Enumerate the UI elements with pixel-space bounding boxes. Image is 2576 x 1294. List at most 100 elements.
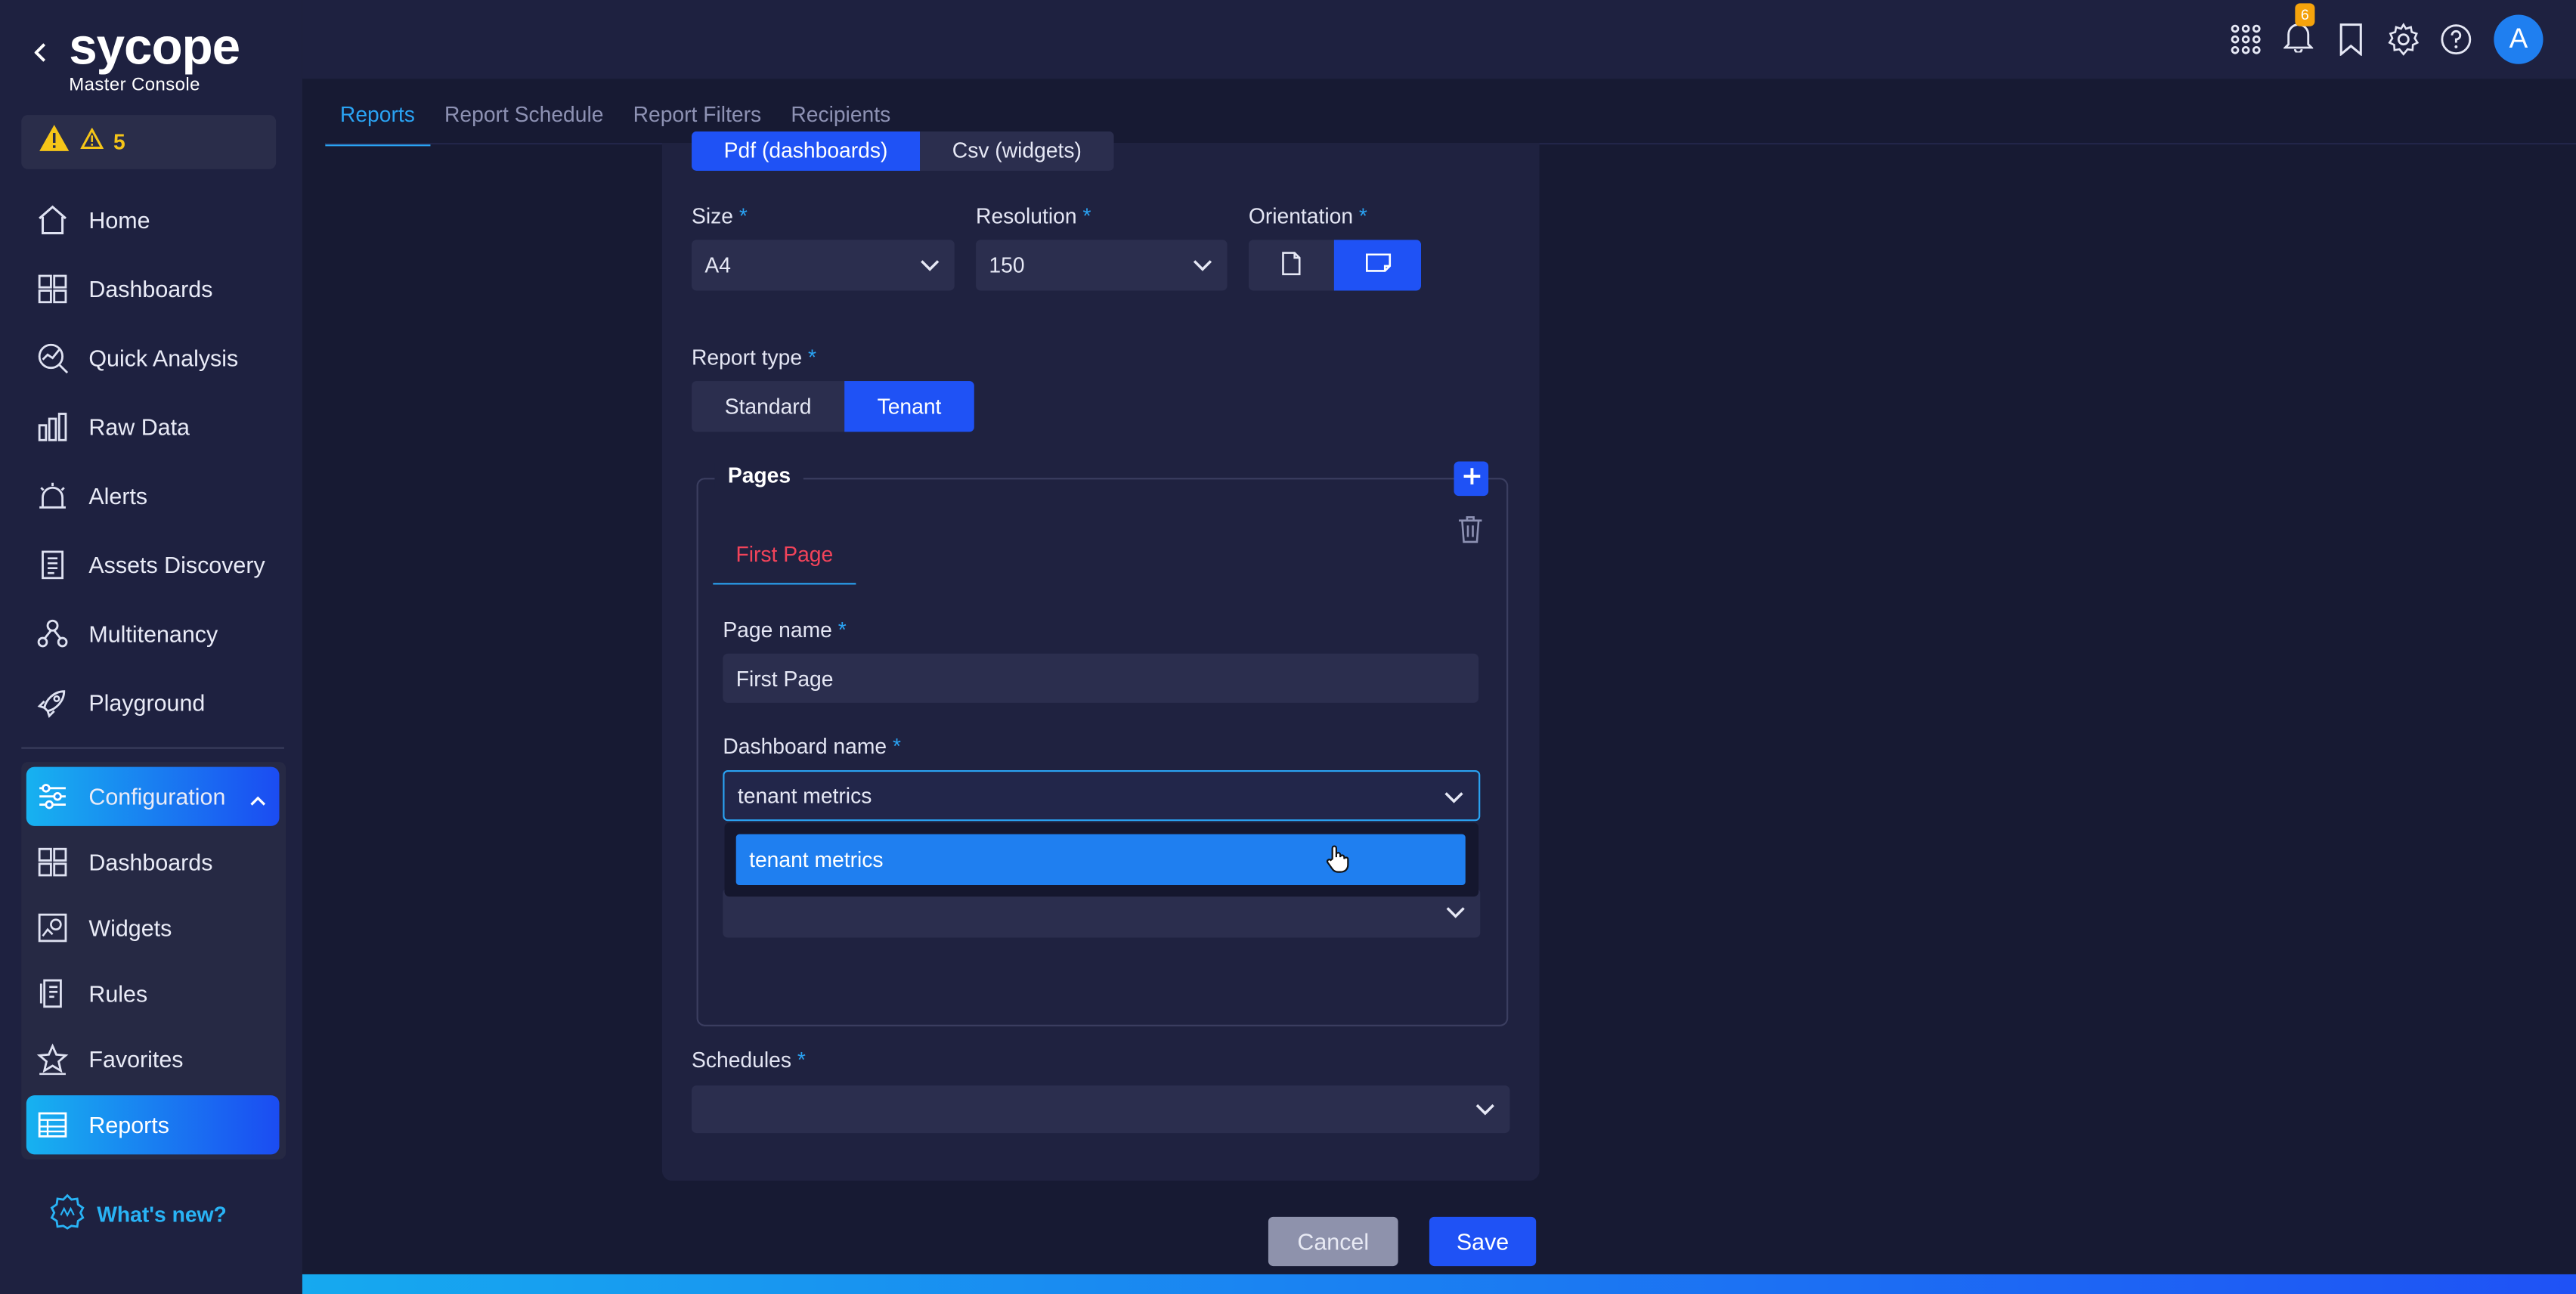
format-toggle: Pdf (dashboards) Csv (widgets) <box>692 131 1114 171</box>
resolution-select[interactable]: 150 <box>976 240 1228 291</box>
alert-count: 5 <box>113 129 125 155</box>
topbar: 6 A <box>302 0 2576 79</box>
pages-title: Pages <box>714 463 804 488</box>
report-type-label: Report type * <box>692 345 816 370</box>
dashboard-name-label: Dashboard name * <box>723 734 901 759</box>
logo-subtitle: Master Console <box>69 75 200 96</box>
chevron-down-icon <box>918 253 941 281</box>
dashboard-name-select[interactable]: tenant metrics <box>723 769 1481 822</box>
help-icon[interactable] <box>2438 13 2474 66</box>
avatar[interactable]: A <box>2494 14 2543 64</box>
sidebar-item-reports[interactable]: Reports <box>26 1095 280 1155</box>
sidebar-item-label: Favorites <box>88 1045 184 1073</box>
topbar-actions: 6 A <box>2228 3 2543 66</box>
report-type-standard[interactable]: Standard <box>692 381 845 432</box>
page-name-label: Page name * <box>723 617 847 642</box>
tab-reports[interactable]: Reports <box>325 92 430 147</box>
sidebar-item-favorites[interactable]: Favorites <box>26 1029 280 1088</box>
sidebar-item-label: Alerts <box>88 482 148 509</box>
sidebar-item-label: Assets Discovery <box>88 551 265 578</box>
sidebar-item-label: Home <box>88 206 150 234</box>
save-button[interactable]: Save <box>1429 1216 1537 1267</box>
notification-count: 6 <box>2295 3 2315 26</box>
rules-icon <box>36 977 69 1010</box>
size-label: Size * <box>692 203 748 228</box>
format-pdf-button[interactable]: Pdf (dashboards) <box>692 131 921 171</box>
alerts-summary[interactable]: 5 <box>21 115 277 169</box>
chevron-up-icon <box>249 787 266 813</box>
widgets-icon <box>36 912 69 944</box>
option-label: tenant metrics <box>749 847 884 872</box>
home-icon <box>36 203 69 236</box>
sidebar-item-label: Reports <box>88 1111 169 1138</box>
sidebar-item-rules[interactable]: Rules <box>26 964 280 1023</box>
brand: sycope Master Console <box>29 17 240 96</box>
warning-icon <box>38 123 70 161</box>
page-name-field[interactable]: First Page <box>723 653 1479 703</box>
size-select[interactable]: A4 <box>692 240 955 291</box>
sidebar-item-playground[interactable]: Playground <box>26 673 280 732</box>
sidebar-item-multitenancy[interactable]: Multitenancy <box>26 605 280 664</box>
whats-new-link[interactable]: What's new? <box>49 1193 227 1234</box>
sidebar-item-quick-analysis[interactable]: Quick Analysis <box>26 329 280 388</box>
dashboard-name-value: tenant metrics <box>737 783 872 808</box>
tab-first-page[interactable]: First Page <box>713 542 856 585</box>
dashboards-icon <box>36 273 69 305</box>
sidebar-item-label: Dashboards <box>88 275 213 302</box>
resolution-label: Resolution * <box>976 203 1091 228</box>
orientation-toggle <box>1248 240 1422 291</box>
back-chevron-icon[interactable] <box>29 36 52 69</box>
chevron-down-icon <box>1442 785 1465 813</box>
portrait-button[interactable] <box>1248 240 1334 291</box>
assets-icon <box>36 549 69 581</box>
sidebar-item-dashboards[interactable]: Dashboards <box>26 259 280 318</box>
nav-divider <box>21 747 285 749</box>
delete-page-button[interactable] <box>1457 514 1484 552</box>
sidebar-item-label: Playground <box>88 689 206 717</box>
size-value: A4 <box>704 252 731 278</box>
sidebar-item-label: Quick Analysis <box>88 345 239 372</box>
trash-icon <box>1457 516 1484 550</box>
gear-icon[interactable] <box>2386 13 2422 66</box>
report-type-toggle: Standard Tenant <box>692 381 974 432</box>
hand-cursor-icon <box>1324 844 1351 879</box>
dropdown-option-tenant-metrics[interactable]: tenant metrics <box>735 834 1466 886</box>
new-badge-icon <box>49 1193 85 1234</box>
format-csv-button[interactable]: Csv (widgets) <box>920 131 1114 171</box>
sidebar-item-alerts[interactable]: Alerts <box>26 466 280 525</box>
apps-grid-icon[interactable] <box>2228 13 2264 66</box>
sidebar-item-assets-discovery[interactable]: Assets Discovery <box>26 535 280 594</box>
quick-analysis-icon <box>36 342 69 374</box>
add-page-button[interactable] <box>1454 461 1489 497</box>
sidebar: sycope Master Console 5 Home Dashboards <box>0 0 302 1294</box>
multitenancy-icon <box>36 618 69 650</box>
configuration-label: Configuration <box>88 783 226 810</box>
sidebar-item-label: Dashboards <box>88 849 213 875</box>
bottom-progress-bar <box>302 1274 2576 1294</box>
sidebar-item-widgets[interactable]: Widgets <box>26 898 280 957</box>
portrait-page-icon <box>1281 250 1301 280</box>
whats-new-label: What's new? <box>97 1202 227 1227</box>
sidebar-item-label: Raw Data <box>88 413 190 441</box>
bookmark-icon[interactable] <box>2333 13 2369 66</box>
resolution-value: 150 <box>989 252 1025 278</box>
sidebar-item-raw-data[interactable]: Raw Data <box>26 398 280 457</box>
notifications-button[interactable]: 6 <box>2280 3 2317 66</box>
tab-report-schedule[interactable]: Report Schedule <box>429 92 618 147</box>
logo: sycope <box>69 17 240 76</box>
orientation-label: Orientation * <box>1248 203 1367 228</box>
reports-icon <box>36 1108 69 1141</box>
raw-data-icon <box>36 410 69 443</box>
sidebar-item-configuration[interactable]: Configuration <box>26 766 280 826</box>
sliders-icon <box>36 780 69 813</box>
landscape-button[interactable] <box>1333 240 1422 291</box>
sidebar-item-home[interactable]: Home <box>26 190 280 249</box>
report-type-tenant[interactable]: Tenant <box>844 381 974 432</box>
dashboard-dropdown: tenant metrics <box>724 822 1479 897</box>
schedules-select[interactable] <box>692 1085 1510 1134</box>
dashboards-icon <box>36 846 69 878</box>
plus-icon <box>1461 464 1481 494</box>
chevron-down-icon <box>1191 253 1214 281</box>
cancel-button[interactable]: Cancel <box>1268 1216 1398 1267</box>
sidebar-item-config-dashboards[interactable]: Dashboards <box>26 833 280 892</box>
